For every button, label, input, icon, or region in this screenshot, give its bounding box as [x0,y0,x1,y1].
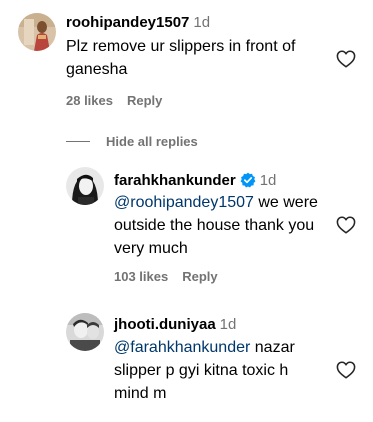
likes-count[interactable]: 28 likes [66,93,113,108]
heart-outline-icon[interactable] [336,216,356,234]
username[interactable]: farahkhankunder [114,172,236,189]
comment-header: jhooti.duniyaa 1d [114,316,236,334]
comment-text: @farahkhankunder nazar slipper p gyi kit… [114,336,295,405]
timestamp: 1d [259,172,277,189]
heart-outline-icon[interactable] [336,361,356,379]
comment-text-line: slipper p gyi kitna toxic h [114,362,289,379]
comment-meta: 28 likes Reply [66,93,162,109]
comment-text: Plz remove ur slippers in front of ganes… [66,35,295,81]
mention-link[interactable]: @roohipandey1507 [114,194,254,211]
username[interactable]: roohipandey1507 [66,14,189,31]
comment-text: @roohipandey1507 we were outside the hou… [114,191,318,260]
comment-text-line: mind m [114,385,167,402]
comment-text-line: very much [114,240,188,257]
timestamp: 1d [193,14,211,31]
comment-text-line: @roohipandey1507 we were [114,191,318,214]
reply-button[interactable]: Reply [127,93,162,108]
comment-text-fragment: we were [253,194,318,211]
comment-text-line: Plz remove ur slippers in front of [66,38,296,55]
mention-link[interactable]: @farahkhankunder [114,339,250,356]
username[interactable]: jhooti.duniyaa [114,316,216,333]
comment-meta: 103 likes Reply [114,269,218,285]
heart-outline-icon[interactable] [336,50,356,68]
thread-line [66,140,90,142]
avatar[interactable] [66,313,104,351]
comment-text-line: outside the house thank you [114,217,315,234]
verified-badge-icon [240,172,256,188]
likes-count[interactable]: 103 likes [114,269,168,284]
avatar[interactable] [66,167,104,205]
hide-replies-button[interactable]: Hide all replies [66,132,198,150]
comment-header: roohipandey1507 1d [66,14,210,32]
comment-header: farahkhankunder 1d [114,172,276,190]
timestamp: 1d [219,316,237,333]
reply-button[interactable]: Reply [182,269,217,284]
comment-text-line: @farahkhankunder nazar [114,336,295,359]
comment-text-line: ganesha [66,61,128,78]
hide-replies-label: Hide all replies [106,133,198,149]
comment-text-fragment: nazar [250,339,295,356]
avatar[interactable] [18,13,56,51]
